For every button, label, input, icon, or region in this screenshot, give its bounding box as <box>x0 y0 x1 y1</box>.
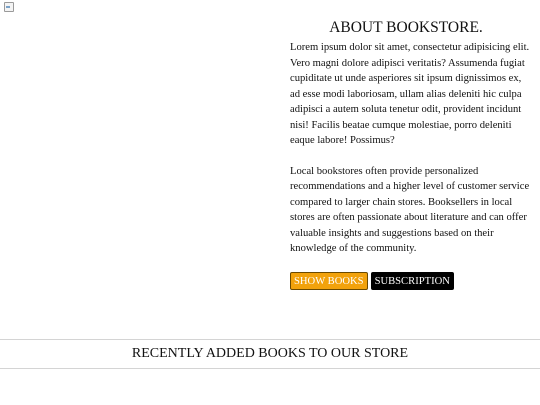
about-paragraph-2-line: stores are often passionate about litera… <box>290 212 527 223</box>
show-books-button[interactable]: SHOW BOOKS <box>290 271 368 290</box>
about-paragraph-2: Local bookstores often provide personali… <box>290 164 530 257</box>
subscription-button[interactable]: SUBSCRIPTION <box>370 271 454 290</box>
about-paragraph-1-line: adipisci a autem soluta tenetur odit, pr… <box>290 104 522 115</box>
page: ABOUT BOOKSTORE. Lorem ipsum dolor sit a… <box>0 0 540 405</box>
about-title: ABOUT BOOKSTORE. <box>329 19 483 36</box>
broken-image-fold <box>6 6 10 8</box>
about-paragraph-1-line: Lorem ipsum dolor sit amet, consectetur … <box>290 42 530 53</box>
about-paragraph-1-line: Vero magni dolore adipisci veritatis? As… <box>290 57 525 69</box>
about-paragraph-1: Lorem ipsum dolor sit amet, consectetur … <box>290 40 530 149</box>
about-paragraph-1-line: nisi! Facilis beatae cumque molestiae, p… <box>290 119 512 131</box>
about-paragraph-2-line: valuable insights and suggestions based … <box>290 227 494 239</box>
recent-books-title: RECENTLY ADDED BOOKS TO OUR STORE <box>131 346 409 361</box>
about-paragraph-1-line: ad esse modi laboriosam, ullam alias del… <box>290 88 522 100</box>
about-paragraph-2-line: Local bookstores often provide personali… <box>290 165 479 177</box>
about-paragraph-1-line: eaque labore! Possimus? <box>290 135 395 146</box>
about-buttons: SHOW BOOKS SUBSCRIPTION <box>290 271 522 290</box>
broken-image-icon <box>4 2 14 12</box>
recent-books-section: RECENTLY ADDED BOOKS TO OUR STORE <box>0 339 540 369</box>
about-paragraph-2-line: recommendations and a higher level of cu… <box>290 181 530 192</box>
about-paragraph-2-line: knowledge of the community. <box>290 243 417 254</box>
about-paragraph-2-line: compared to larger chain stores. Booksel… <box>290 196 513 208</box>
about-paragraph-1-line: cupiditate ut unde asperiores sit ipsum … <box>290 73 522 84</box>
about-section: ABOUT BOOKSTORE. Lorem ipsum dolor sit a… <box>290 19 530 290</box>
